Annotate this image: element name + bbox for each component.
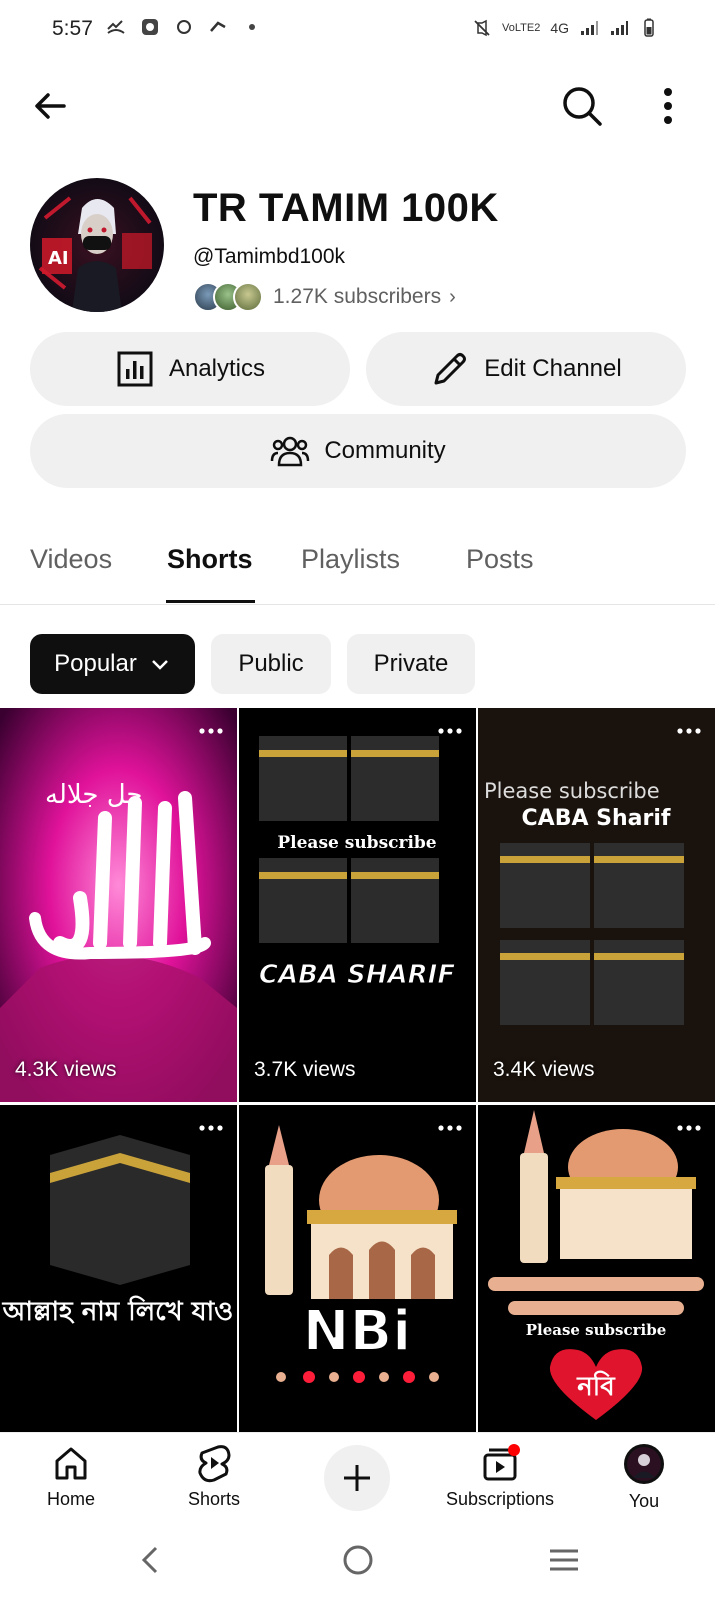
short-thumbnail[interactable]: আল্লাহ নাম লিখে যাও xyxy=(0,1105,237,1432)
volte-label: VoLTE2 xyxy=(501,22,541,34)
nav-shorts[interactable]: Shorts xyxy=(149,1443,279,1510)
battery-icon xyxy=(644,18,654,37)
channel-title: TR TAMIM 100K xyxy=(193,186,499,230)
back-arrow-icon[interactable] xyxy=(28,84,72,128)
channel-avatar[interactable]: AI xyxy=(30,178,164,312)
community-icon xyxy=(271,436,310,467)
kaaba-art: Please subscribe CABA Sharif xyxy=(478,708,715,1102)
plus-icon xyxy=(344,1465,370,1491)
edit-channel-button[interactable]: Edit Channel xyxy=(366,332,686,406)
active-tab-indicator xyxy=(166,600,255,603)
system-navigation-bar xyxy=(0,1518,715,1600)
home-icon xyxy=(55,1447,87,1480)
system-home-icon[interactable] xyxy=(338,1540,378,1580)
short-more-icon[interactable] xyxy=(199,726,223,736)
tab-playlists[interactable]: Playlists xyxy=(301,544,400,575)
top-app-bar xyxy=(0,70,715,140)
short-caption: Please subscribe xyxy=(277,833,436,853)
short-more-icon[interactable] xyxy=(438,1123,462,1133)
short-art-text: নবি xyxy=(576,1370,616,1402)
subscriber-avatar xyxy=(233,282,263,312)
analytics-label: Analytics xyxy=(168,355,266,382)
sync-icon xyxy=(177,20,191,34)
cell-signal-icon xyxy=(581,21,598,35)
app-notification-icon xyxy=(142,19,158,35)
mosque-art: NBi xyxy=(239,1105,476,1432)
nav-shorts-label: Shorts xyxy=(187,1489,241,1509)
status-left-icons xyxy=(106,17,262,37)
cell-signal-2-icon xyxy=(611,21,628,35)
edit-channel-label: Edit Channel xyxy=(484,355,622,382)
short-more-icon[interactable] xyxy=(677,1123,701,1133)
filter-popular-label: Popular xyxy=(54,650,137,677)
nav-subscriptions-label: Subscriptions xyxy=(445,1489,555,1509)
search-icon[interactable] xyxy=(558,82,606,130)
kaaba-art: আল্লাহ নাম লিখে যাও xyxy=(0,1105,237,1432)
short-thumbnail[interactable]: Please subscribe নবি xyxy=(478,1105,715,1432)
mute-icon xyxy=(474,19,490,37)
nav-home[interactable]: Home xyxy=(6,1443,136,1510)
short-thumbnail[interactable]: NBi xyxy=(239,1105,476,1432)
chevron-down-icon xyxy=(151,660,168,670)
status-right-icons: VoLTE2 4G xyxy=(472,18,659,38)
filter-private[interactable]: Private xyxy=(347,634,475,694)
short-views: 4.3K views xyxy=(15,1058,117,1081)
tab-posts[interactable]: Posts xyxy=(466,544,534,575)
tab-shorts[interactable]: Shorts xyxy=(167,544,253,575)
filter-popular[interactable]: Popular xyxy=(30,634,195,694)
profile-avatar-icon xyxy=(624,1444,664,1484)
nav-home-label: Home xyxy=(46,1489,95,1509)
subscriber-count: 1.27K subscribers xyxy=(273,285,442,308)
more-options-icon[interactable] xyxy=(650,82,686,130)
shorts-icon xyxy=(198,1445,231,1483)
nav-subscriptions[interactable]: Subscriptions xyxy=(435,1443,565,1510)
filter-public[interactable]: Public xyxy=(211,634,331,694)
system-back-icon[interactable] xyxy=(132,1540,172,1580)
signal-app-icon xyxy=(210,21,226,32)
short-art-text: CABA SHARIF xyxy=(259,960,455,990)
short-more-icon[interactable] xyxy=(199,1123,223,1133)
short-views: 3.4K views xyxy=(493,1058,595,1081)
channel-handle: @Tamimbd100k xyxy=(193,245,346,268)
bottom-navigation: Home Shorts Subscriptions You xyxy=(0,1432,715,1518)
subscribers-row[interactable]: 1.27K subscribers › xyxy=(193,281,456,313)
community-button[interactable]: Community xyxy=(30,414,686,488)
short-more-icon[interactable] xyxy=(438,726,462,736)
short-art-text: আল্লাহ নাম লিখে যাও xyxy=(2,1295,234,1327)
status-time: 5:57 xyxy=(52,17,93,40)
short-caption: Please subscribe xyxy=(484,779,660,803)
chevron-right-icon: › xyxy=(449,285,456,308)
short-thumbnail[interactable]: Please subscribe CABA Sharif 3.4K views xyxy=(478,708,715,1102)
short-art-text: NBi xyxy=(303,1299,412,1364)
allah-calligraphy-art: جل جلاله xyxy=(0,708,237,1102)
network-label: 4G xyxy=(550,20,569,36)
analytics-icon xyxy=(117,351,153,387)
short-views: 3.7K views xyxy=(254,1058,356,1081)
community-label: Community xyxy=(324,437,446,464)
pencil-icon xyxy=(434,353,467,385)
short-thumbnail[interactable]: جل جلاله 4.3K views xyxy=(0,708,237,1102)
status-bar: 5:57 VoLTE2 4G xyxy=(0,0,715,60)
tab-videos[interactable]: Videos xyxy=(30,544,112,575)
mosque-art: Please subscribe নবি xyxy=(478,1105,715,1432)
kaaba-art: Please subscribe CABA SHARIF xyxy=(239,708,476,1102)
subscriptions-icon xyxy=(483,1444,520,1481)
system-recents-icon[interactable] xyxy=(544,1540,584,1580)
create-button[interactable] xyxy=(324,1445,390,1511)
short-thumbnail[interactable]: Please subscribe CABA SHARIF 3.7K views xyxy=(239,708,476,1102)
dot-icon xyxy=(249,24,255,30)
nav-you-label: You xyxy=(628,1491,660,1511)
short-caption: Please subscribe xyxy=(526,1321,667,1339)
short-more-icon[interactable] xyxy=(677,726,701,736)
svg-text:جل جلاله: جل جلاله xyxy=(45,780,142,810)
svg-text:AI: AI xyxy=(48,248,69,269)
nav-you[interactable]: You xyxy=(579,1443,709,1512)
missed-call-icon xyxy=(107,20,125,34)
channel-tabs: Videos Shorts Playlists Posts xyxy=(0,530,715,605)
analytics-button[interactable]: Analytics xyxy=(30,332,350,406)
short-art-text: CABA Sharif xyxy=(522,806,671,831)
